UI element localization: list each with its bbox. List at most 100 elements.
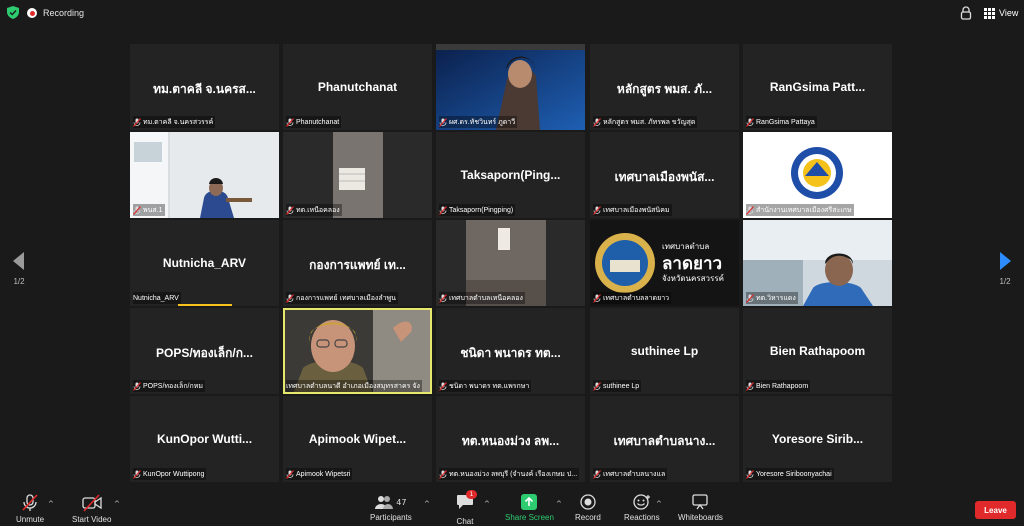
participant-tile[interactable]: ทม.ตาคลี จ.นครส... ทม.ตาคลี จ.นครสวรรค์ <box>130 44 279 130</box>
participant-caption: ทต.หนองม่วง ลพบุรี (จำนงค์ เรืองเกษม ป..… <box>439 468 580 480</box>
participant-tile[interactable]: พนส.1 <box>130 132 279 218</box>
participant-tile[interactable]: RanGsima Patt... RanGsima Pattaya <box>743 44 892 130</box>
participants-options-caret[interactable]: ^ <box>424 500 430 508</box>
participant-tile[interactable]: เทศบาลตำบลนาง... เทศบาลตำบลนางแล <box>590 396 739 482</box>
whiteboard-icon <box>692 494 709 510</box>
chat-options-caret[interactable]: ^ <box>484 500 490 508</box>
mic-muted-icon <box>746 293 754 303</box>
chevron-left-icon <box>13 252 24 270</box>
reactions-button[interactable]: Reactions <box>624 494 660 522</box>
record-button[interactable]: Record <box>575 494 601 522</box>
participant-name-large: Phanutchanat <box>317 80 398 94</box>
previous-page-button[interactable]: 1/2 <box>10 252 28 286</box>
participant-caption: กองการแพทย์ เทศบาลเมืองลำพูน <box>286 292 398 304</box>
participant-name-large: suthinee Lp <box>630 344 699 358</box>
participant-caption: Bien Rathapoom <box>746 380 811 392</box>
mic-muted-icon <box>286 293 294 303</box>
participant-tile[interactable]: Taksaporn(Ping... Taksaporn(Pingping) <box>436 132 585 218</box>
mic-muted-icon <box>593 117 601 127</box>
participant-caption-text: KunOpor Wuttipong <box>143 470 205 478</box>
whiteboards-button[interactable]: Whiteboards <box>678 494 723 522</box>
lock-icon[interactable] <box>960 6 972 20</box>
participant-name-large: Nutnicha_ARV <box>162 256 247 270</box>
participant-caption-text: เทศบาลเมืองพนัสนิคม <box>603 206 670 214</box>
recording-indicator[interactable]: Recording <box>27 6 84 20</box>
participant-caption: หลักสูตร พมส. ภัทรพล ขวัญสุด <box>593 116 698 128</box>
view-button[interactable]: View <box>984 5 1018 21</box>
participant-tile[interactable]: เทศบาลตำบล ลาดยาว จังหวัดนครสวรรค์ เทศบาลตำ… <box>590 220 739 306</box>
participant-name-large: ทม.ตาคลี จ.นครส... <box>153 82 256 96</box>
participant-tile[interactable]: Bien Rathapoom Bien Rathapoom <box>743 308 892 394</box>
participant-tile[interactable]: ทต.วิหารแดง <box>743 220 892 306</box>
participant-tile[interactable]: หลักสูตร พมส. ภั... หลักสูตร พมส. ภัทรพล … <box>590 44 739 130</box>
participant-tile[interactable]: ทต.เหนือคลอง <box>283 132 432 218</box>
participant-caption-text: ทม.ตาคลี จ.นครสวรรค์ <box>143 118 214 126</box>
reactions-icon <box>633 494 650 510</box>
participant-tile[interactable]: สำนักงานเทศบาลเมืองศรีสะเกษ <box>743 132 892 218</box>
record-dot-icon <box>27 8 37 18</box>
participant-tile[interactable]: ทต.หนองม่วง ลพ... ทต.หนองม่วง ลพบุรี (จำน… <box>436 396 585 482</box>
participant-caption: Phanutchanat <box>286 116 342 128</box>
participant-caption-text: Apimook Wipetsri <box>296 470 351 478</box>
chevron-right-icon <box>1000 252 1011 270</box>
participant-tile[interactable]: KunOpor Wutti... KunOpor Wuttipong <box>130 396 279 482</box>
participant-tile[interactable]: เทศบาลตำบลนาดี อำเภอเมืองสมุทรสาคร จัง <box>283 308 432 394</box>
next-page-button[interactable]: 1/2 <box>996 252 1014 286</box>
participant-tile[interactable]: Phanutchanat Phanutchanat <box>283 44 432 130</box>
mic-muted-icon <box>593 205 601 215</box>
participant-caption: Apimook Wipetsri <box>286 468 353 480</box>
participant-caption-text: เทศบาลตำบลนางแล <box>603 470 666 478</box>
speaking-indicator <box>178 304 232 306</box>
whiteboards-label: Whiteboards <box>678 513 723 522</box>
participant-tile[interactable]: Nutnicha_ARV Nutnicha_ARV <box>130 220 279 306</box>
mic-muted-icon <box>439 293 447 303</box>
start-video-button[interactable]: Start Video <box>72 494 111 524</box>
participant-caption: เทศบาลตำบลลาดยาว <box>593 292 672 304</box>
mic-muted-icon <box>439 381 447 391</box>
participant-caption: Nutnicha_ARV <box>133 292 181 304</box>
participant-caption: สำนักงานเทศบาลเมืองศรีสะเกษ <box>746 204 854 216</box>
participant-tile[interactable]: ผศ.ดร.ทัชวินทร์ ภูดาวี <box>436 44 585 130</box>
participant-caption: KunOpor Wuttipong <box>133 468 207 480</box>
participants-icon <box>375 496 394 509</box>
participant-caption-text: หลักสูตร พมส. ภัทรพล ขวัญสุด <box>603 118 696 126</box>
participant-name-large: Taksaporn(Ping... <box>460 168 561 182</box>
shield-icon[interactable] <box>7 6 19 19</box>
participant-caption: พนส.1 <box>133 204 165 216</box>
participant-caption: ผศ.ดร.ทัชวินทร์ ภูดาวี <box>439 116 518 128</box>
participant-caption: POPS/ทองเล็ก/กหม <box>133 380 205 392</box>
participant-tile[interactable]: Yoresore Sirib... Yoresore Siriboonyachai <box>743 396 892 482</box>
reactions-label: Reactions <box>624 513 660 522</box>
participant-caption: ทต.เหนือคลอง <box>286 204 342 216</box>
mic-muted-icon <box>439 117 447 127</box>
participant-name-large: เทศบาลเมืองพนัส... <box>614 170 715 184</box>
unmute-button[interactable]: Unmute <box>16 494 44 524</box>
participant-tile[interactable]: เทศบาลเมืองพนัส... เทศบาลเมืองพนัสนิคม <box>590 132 739 218</box>
mic-muted-icon <box>286 469 294 479</box>
participant-caption-text: ทต.วิหารแดง <box>756 294 796 302</box>
participant-name-large: POPS/ทองเล็ก/ก... <box>156 346 253 360</box>
participant-caption-text: Bien Rathapoom <box>756 382 809 390</box>
reactions-options-caret[interactable]: ^ <box>656 500 662 508</box>
participant-tile[interactable]: suthinee Lp suthinee Lp <box>590 308 739 394</box>
participant-name-large: ชนิดา พนาดร ทต... <box>460 346 561 360</box>
video-options-caret[interactable]: ^ <box>114 500 120 508</box>
leave-button[interactable]: Leave <box>975 501 1016 519</box>
mic-muted-icon <box>286 117 294 127</box>
video-gallery: ทม.ตาคลี จ.นครส... ทม.ตาคลี จ.นครสวรรค์ Ph… <box>130 44 894 482</box>
participant-tile[interactable]: กองการแพทย์ เท... กองการแพทย์ เทศบาลเมือง… <box>283 220 432 306</box>
participant-caption: suthinee Lp <box>593 380 642 392</box>
participant-tile[interactable]: POPS/ทองเล็ก/ก... POPS/ทองเล็ก/กหม <box>130 308 279 394</box>
participant-caption-text: Nutnicha_ARV <box>133 294 179 302</box>
chat-button[interactable]: 1 Chat <box>456 490 477 526</box>
share-screen-button[interactable]: Share Screen <box>505 494 554 522</box>
audio-options-caret[interactable]: ^ <box>48 500 54 508</box>
participant-caption-text: ทต.เหนือคลอง <box>296 206 340 214</box>
participant-tile[interactable]: เทศบาลตำบลเหนือคลอง <box>436 220 585 306</box>
participant-caption-text: POPS/ทองเล็ก/กหม <box>143 382 203 390</box>
share-options-caret[interactable]: ^ <box>556 500 562 508</box>
participant-tile[interactable]: Apimook Wipet... Apimook Wipetsri <box>283 396 432 482</box>
participant-caption-text: เทศบาลตำบลนาดี อำเภอเมืองสมุทรสาคร จัง <box>286 382 420 390</box>
participants-button[interactable]: 47 Participants <box>370 494 412 522</box>
participant-tile[interactable]: ชนิดา พนาดร ทต... ชนิดา พนาดร ทต.แพรกษา <box>436 308 585 394</box>
